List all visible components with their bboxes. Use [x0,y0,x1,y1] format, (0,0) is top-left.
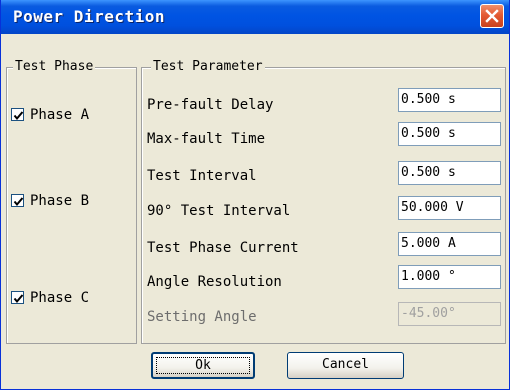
setting-angle-label: Setting Angle [147,309,257,325]
cancel-button[interactable]: Cancel [287,352,404,379]
phase-a-label: Phase A [30,107,90,123]
ok-button[interactable]: Ok [151,352,255,379]
ninety-deg-test-interval-input[interactable]: 50.000 V [398,196,501,220]
close-icon [485,9,499,23]
phase-b-checkbox[interactable] [11,194,24,207]
setting-angle-input: -45.00° [398,302,501,326]
max-fault-time-input[interactable]: 0.500 s [398,122,501,146]
phase-c-label: Phase C [30,290,90,306]
checkmark-icon [13,294,24,304]
ok-button-label: Ok [195,358,211,373]
max-fault-time-label: Max-fault Time [147,131,266,147]
test-phase-current-input[interactable]: 5.000 A [398,232,501,256]
cancel-button-label: Cancel [322,357,369,372]
phase-b-label: Phase B [30,193,90,209]
phase-c-checkbox[interactable] [11,291,24,304]
window-title: Power Direction [13,7,165,26]
test-interval-label: Test Interval [147,168,257,184]
angle-resolution-input[interactable]: 1.000 ° [398,265,501,289]
phase-a-checkbox[interactable] [11,108,24,121]
close-button[interactable] [480,4,504,28]
angle-resolution-label: Angle Resolution [147,274,282,290]
pre-fault-delay-input[interactable]: 0.500 s [398,88,501,112]
test-parameter-legend: Test Parameter [151,59,265,75]
test-phase-legend: Test Phase [13,59,96,75]
test-interval-input[interactable]: 0.500 s [398,161,501,185]
checkmark-icon [13,197,24,207]
test-phase-current-label: Test Phase Current [147,240,299,256]
title-bar[interactable]: Power Direction [1,0,509,34]
dialog-window: Power Direction Test Phase Phase A Phase… [0,0,510,390]
checkmark-icon [13,111,24,121]
ninety-deg-test-interval-label: 90° Test Interval [147,203,291,219]
pre-fault-delay-label: Pre-fault Delay [147,97,274,113]
